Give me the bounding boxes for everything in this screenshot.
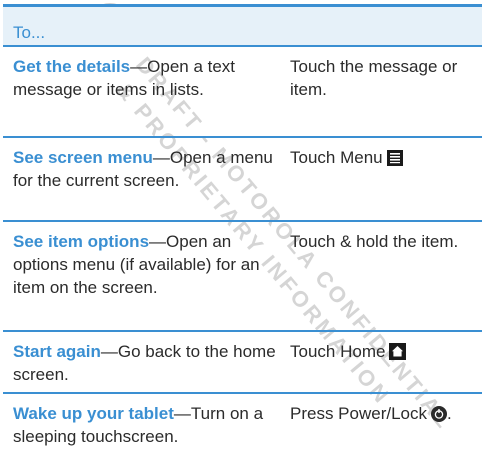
- table-header: To...: [3, 4, 482, 47]
- row-description: See screen menu—Open a menu for the curr…: [3, 138, 278, 220]
- home-icon: [389, 343, 407, 366]
- document-page: DRAFT - MOTOROLA CONFIDENTIAL & PROPRIET…: [0, 0, 486, 467]
- row-description: Get the details—Open a text message or i…: [3, 47, 278, 136]
- table-row: Get the details—Open a text message or i…: [3, 47, 482, 138]
- instruction-table: To... Get the details—Open a text messag…: [3, 4, 482, 458]
- row-title: Get the details: [13, 57, 131, 76]
- row-action-text: Touch & hold the item.: [290, 232, 459, 251]
- header-label: To...: [13, 23, 46, 42]
- row-description: Wake up your tablet—Turn on a sleeping t…: [3, 394, 278, 458]
- power-lock-icon: [431, 405, 447, 428]
- row-action: Touch & hold the item.: [278, 222, 482, 330]
- row-action: Touch the message or item.: [278, 47, 482, 136]
- row-action-text: Touch Home: [290, 342, 386, 361]
- row-title: Start again: [13, 342, 101, 361]
- row-action-suffix: .: [447, 404, 452, 423]
- row-description: Start again—Go back to the home screen.: [3, 332, 278, 392]
- row-title: See screen menu: [13, 148, 153, 167]
- table-row: See screen menu—Open a menu for the curr…: [3, 138, 482, 222]
- row-description: See item options—Open an options menu (i…: [3, 222, 278, 330]
- row-title: See item options: [13, 232, 150, 251]
- row-action: Touch Menu: [278, 138, 482, 220]
- row-title: Wake up your tablet: [13, 404, 174, 423]
- row-action-text: Touch Menu: [290, 148, 383, 167]
- table-row: See item options—Open an options menu (i…: [3, 222, 482, 332]
- row-action-text: Touch the message or item.: [290, 57, 458, 99]
- row-action: Touch Home: [278, 332, 482, 392]
- row-action: Press Power/Lock.: [278, 394, 482, 458]
- row-action-text: Press Power/Lock: [290, 404, 427, 423]
- menu-icon: [386, 149, 403, 172]
- table-row: Wake up your tablet—Turn on a sleeping t…: [3, 394, 482, 458]
- table-row: Start again—Go back to the home screen. …: [3, 332, 482, 394]
